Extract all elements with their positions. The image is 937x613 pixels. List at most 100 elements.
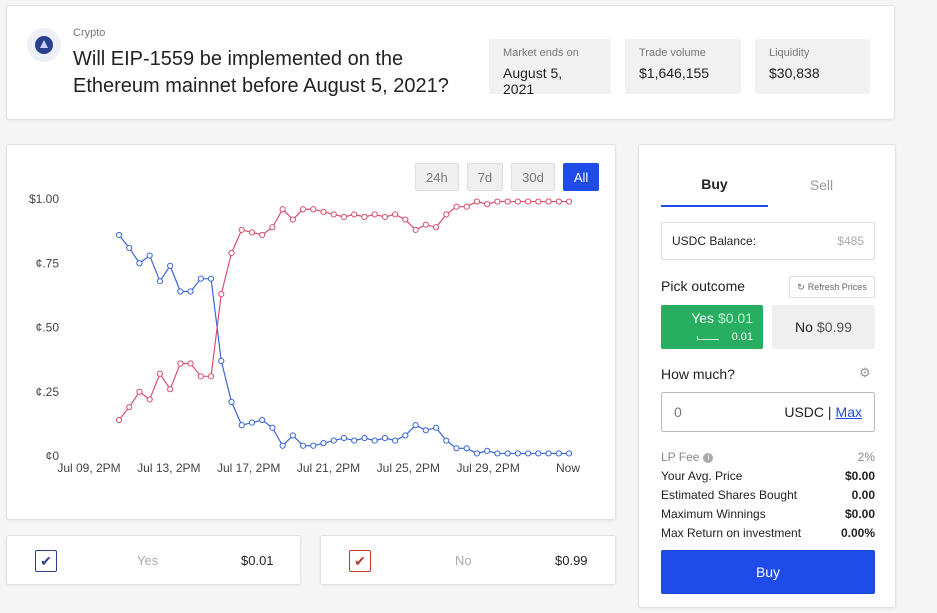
outcome-yes-button[interactable]: Yes $0.01 0.01 xyxy=(661,305,763,349)
ethereum-logo-icon xyxy=(27,28,61,62)
data-point-no xyxy=(535,198,542,205)
data-point-no xyxy=(259,231,266,239)
data-point-yes xyxy=(228,398,235,406)
no-label: No xyxy=(795,319,813,335)
range-7d-button[interactable]: 7d xyxy=(466,163,504,191)
data-point-yes xyxy=(514,450,521,457)
data-point-no xyxy=(463,203,470,210)
how-much-label: How much? xyxy=(661,366,735,382)
data-point-no xyxy=(555,198,562,205)
data-point-yes xyxy=(555,450,562,457)
yes-label: Yes xyxy=(691,310,715,326)
data-point-no xyxy=(422,221,429,228)
range-all-button[interactable]: All xyxy=(562,163,600,191)
max-return-row: Max Return on investment 0.00% xyxy=(661,526,875,540)
data-point-yes xyxy=(545,450,552,457)
range-30d-button[interactable]: 30d xyxy=(511,163,555,191)
tab-buy[interactable]: Buy xyxy=(661,163,768,207)
outcome-no-card[interactable]: ✔ No $0.99 xyxy=(320,535,616,585)
y-tick-label: ¢.75 xyxy=(36,256,60,270)
range-24h-button[interactable]: 24h xyxy=(415,163,459,191)
data-point-yes xyxy=(381,434,389,442)
yes-mini-bar xyxy=(697,336,719,340)
no-price: $0.99 xyxy=(816,319,852,335)
data-point-yes xyxy=(269,424,276,431)
data-point-no xyxy=(371,211,378,218)
data-point-no xyxy=(514,198,521,205)
data-point-yes xyxy=(218,357,225,365)
max-link[interactable]: Max xyxy=(836,404,862,420)
shares-bought-row: Estimated Shares Bought 0.00 xyxy=(661,488,875,502)
data-point-yes xyxy=(197,275,204,282)
tab-sell[interactable]: Sell xyxy=(768,163,875,207)
data-point-no xyxy=(545,198,552,205)
data-point-yes xyxy=(167,262,174,269)
y-tick-label: ¢.25 xyxy=(36,385,60,399)
refresh-prices-button[interactable]: ↻ Refresh Prices xyxy=(789,276,875,298)
data-point-no xyxy=(146,396,153,403)
price-chart-card: $1.00 ¢.75 ¢.50 ¢.25 ¢0 Jul 09, 2PM Jul 13, 2P… xyxy=(6,144,616,520)
checkbox-icon[interactable]: ✔ xyxy=(35,550,57,572)
data-point-no xyxy=(524,198,532,205)
range-selector: 24h 7d 30d All xyxy=(415,163,600,191)
x-tick-label: Jul 13, 2PM xyxy=(137,461,200,475)
trade-tabs: Buy Sell xyxy=(661,163,875,207)
data-point-yes xyxy=(524,450,532,457)
data-point-yes xyxy=(340,434,348,442)
stat-trade-volume: Trade volume $1,646,155 xyxy=(625,39,741,94)
buy-button[interactable]: Buy xyxy=(661,550,875,594)
data-point-yes xyxy=(535,450,542,457)
data-point-yes xyxy=(432,424,440,431)
data-point-yes xyxy=(504,450,511,457)
data-point-no xyxy=(351,211,358,218)
data-point-yes xyxy=(330,437,337,444)
data-point-yes xyxy=(207,275,215,282)
x-tick-label: Jul 17, 2PM xyxy=(217,461,280,475)
outcome-no-button[interactable]: No $0.99 xyxy=(772,305,875,349)
market-question: Will EIP-1559 be implemented on the Ethe… xyxy=(73,48,449,97)
data-point-yes xyxy=(320,440,327,447)
checkbox-icon[interactable]: ✔ xyxy=(349,550,371,572)
gear-icon[interactable]: ⚙ xyxy=(859,365,871,381)
data-point-no xyxy=(269,224,276,231)
data-point-yes xyxy=(361,434,368,442)
lp-fee-label: LP Fee xyxy=(661,450,700,464)
outcome-price: $0.01 xyxy=(241,553,274,568)
stat-value: $30,838 xyxy=(769,65,820,81)
market-category: Crypto xyxy=(73,27,106,39)
row-value: 0.00 xyxy=(851,488,875,502)
avg-price-row: Your Avg. Price $0.00 xyxy=(661,469,875,483)
amount-input[interactable] xyxy=(674,404,774,420)
data-point-no xyxy=(187,360,194,367)
amount-field[interactable]: USDC | Max xyxy=(661,392,875,432)
data-point-yes xyxy=(463,445,470,452)
data-point-no xyxy=(136,388,143,395)
price-chart: $1.00¢.75¢.50¢.25¢0Jul 09, 2PM Jul 13, 2P… xyxy=(29,192,580,475)
data-point-no xyxy=(484,201,491,208)
y-tick-label: $1.00 xyxy=(29,192,59,206)
outcome-yes-card[interactable]: ✔ Yes $0.01 xyxy=(6,535,301,585)
stat-market-ends: Market ends on August 5, 2021 xyxy=(489,39,611,97)
series-line-yes xyxy=(118,234,569,455)
row-label: Estimated Shares Bought xyxy=(661,488,798,502)
stat-label: Trade volume xyxy=(639,47,706,59)
data-point-yes xyxy=(402,432,409,439)
stat-label: Liquidity xyxy=(769,47,810,59)
yes-button-text: Yes $0.01 xyxy=(691,310,753,326)
data-point-yes xyxy=(289,432,296,439)
data-point-no xyxy=(361,213,368,221)
trade-panel: Buy Sell USDC Balance: $485 Pick outcome… xyxy=(638,144,896,608)
data-point-yes xyxy=(238,422,245,429)
pick-outcome-label: Pick outcome xyxy=(661,278,746,294)
info-icon[interactable]: i xyxy=(703,453,714,463)
data-point-yes xyxy=(126,244,133,251)
data-point-yes xyxy=(259,416,266,424)
data-point-yes xyxy=(248,419,256,426)
max-winnings-row: Maximum Winnings $0.00 xyxy=(661,507,875,521)
data-point-no xyxy=(197,373,204,380)
data-point-yes xyxy=(115,231,123,239)
data-point-no xyxy=(167,386,174,393)
outcome-price: $0.99 xyxy=(555,553,588,568)
yes-price: $0.01 xyxy=(717,310,753,326)
outcome-name: Yes xyxy=(137,553,159,568)
